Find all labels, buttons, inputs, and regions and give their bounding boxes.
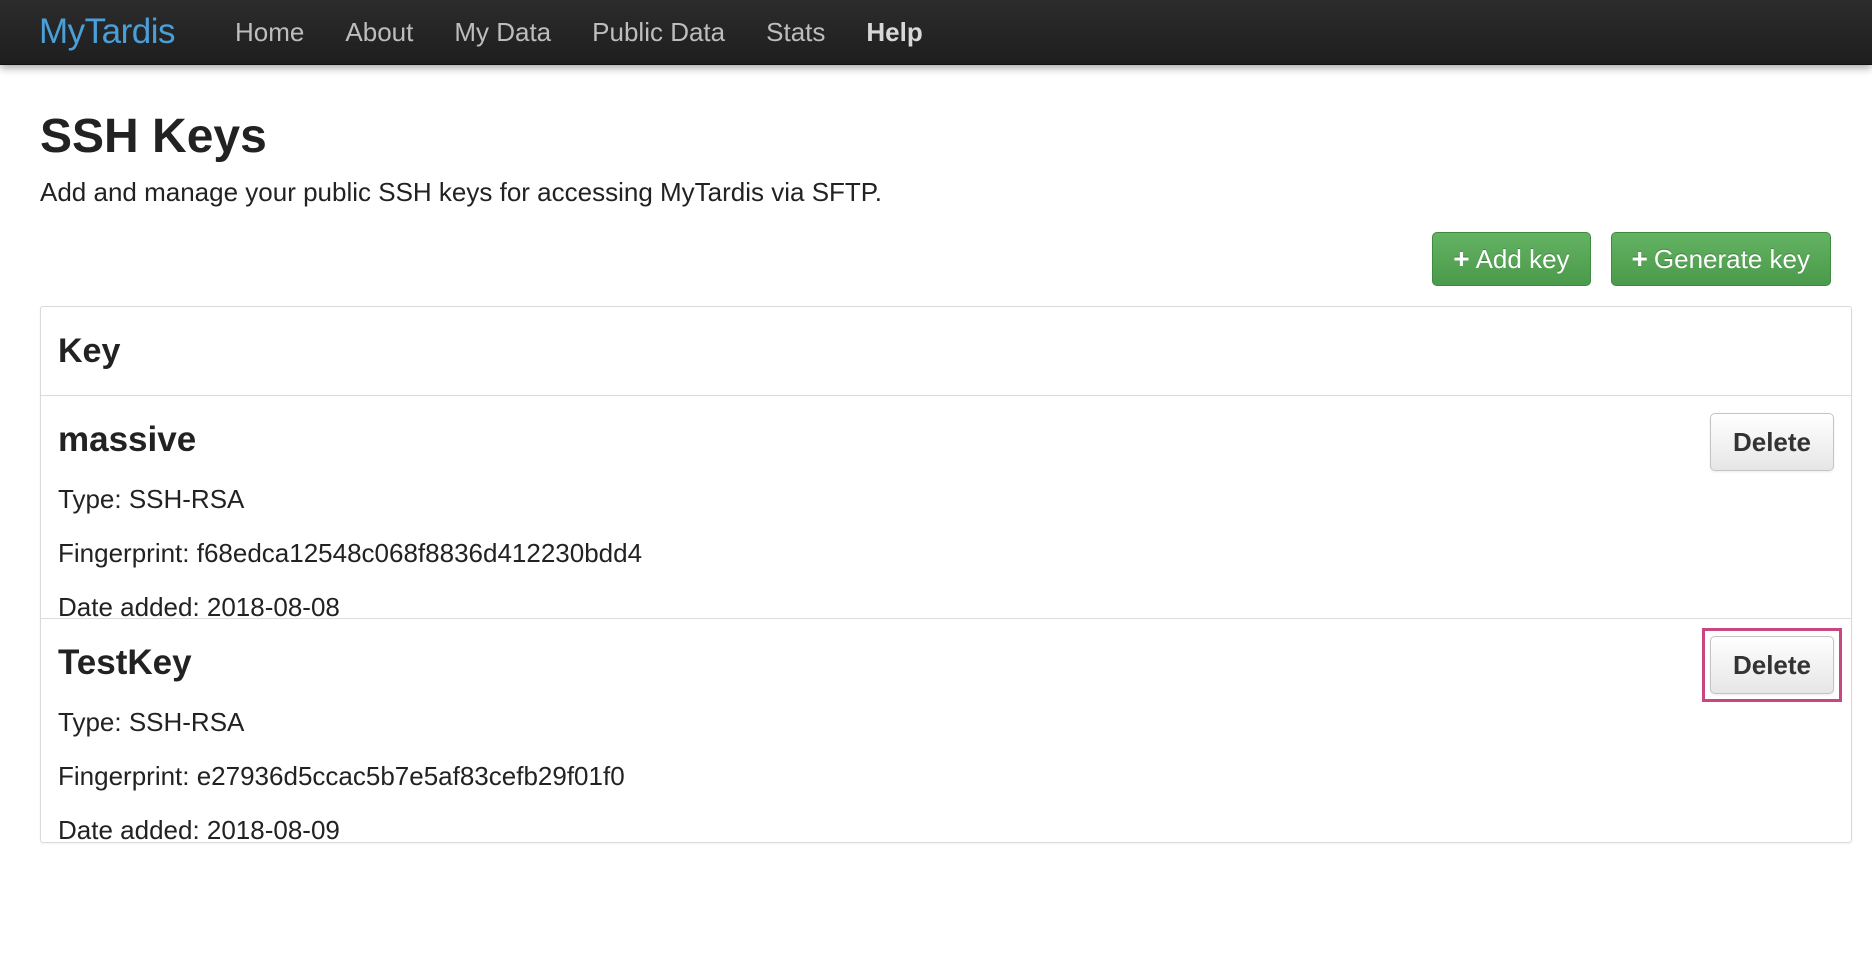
key-type: Type: SSH-RSA <box>58 707 245 737</box>
nav-public-data[interactable]: Public Data <box>592 17 725 48</box>
add-key-button[interactable]: + Add key <box>1432 232 1591 286</box>
generate-key-button[interactable]: + Generate key <box>1610 232 1831 286</box>
brand-logo[interactable]: MyTardis <box>39 12 176 52</box>
nav-home[interactable]: Home <box>235 17 304 48</box>
table-row: massive Type: SSH-RSA Fingerprint: f68ed… <box>41 396 1851 622</box>
plus-icon: + <box>1631 243 1648 274</box>
delete-button-testkey[interactable]: Delete <box>1710 636 1834 694</box>
nav-stats[interactable]: Stats <box>766 17 825 48</box>
table-row: TestKey Type: SSH-RSA Fingerprint: e2793… <box>41 619 1851 845</box>
key-fingerprint: Fingerprint: f68edca12548c068f8836d41223… <box>58 538 643 568</box>
key-type: Type: SSH-RSA <box>58 484 245 514</box>
top-navbar: MyTardis Home About My Data Public Data … <box>0 0 1872 65</box>
key-date-added: Date added: 2018-08-09 <box>58 815 340 845</box>
key-name: massive <box>58 420 197 459</box>
plus-icon: + <box>1453 243 1470 274</box>
table-header: Key <box>41 307 1851 396</box>
nav-about[interactable]: About <box>345 17 413 48</box>
key-name: TestKey <box>58 643 192 682</box>
key-fingerprint: Fingerprint: e27936d5ccac5b7e5af83cefb29… <box>58 761 625 791</box>
page-title: SSH Keys <box>40 110 267 163</box>
add-key-label: Add key <box>1475 243 1570 274</box>
delete-button-massive[interactable]: Delete <box>1710 413 1834 471</box>
keys-table: Key massive Type: SSH-RSA Fingerprint: f… <box>40 306 1852 845</box>
page-content: SSH Keys Add and manage your public SSH … <box>0 109 1872 845</box>
action-bar: + Add key + Generate key <box>40 232 1832 286</box>
generate-key-label: Generate key <box>1653 243 1810 274</box>
page-subtitle: Add and manage your public SSH keys for … <box>40 177 883 207</box>
nav-my-data[interactable]: My Data <box>454 17 551 48</box>
nav-help[interactable]: Help <box>866 17 922 48</box>
